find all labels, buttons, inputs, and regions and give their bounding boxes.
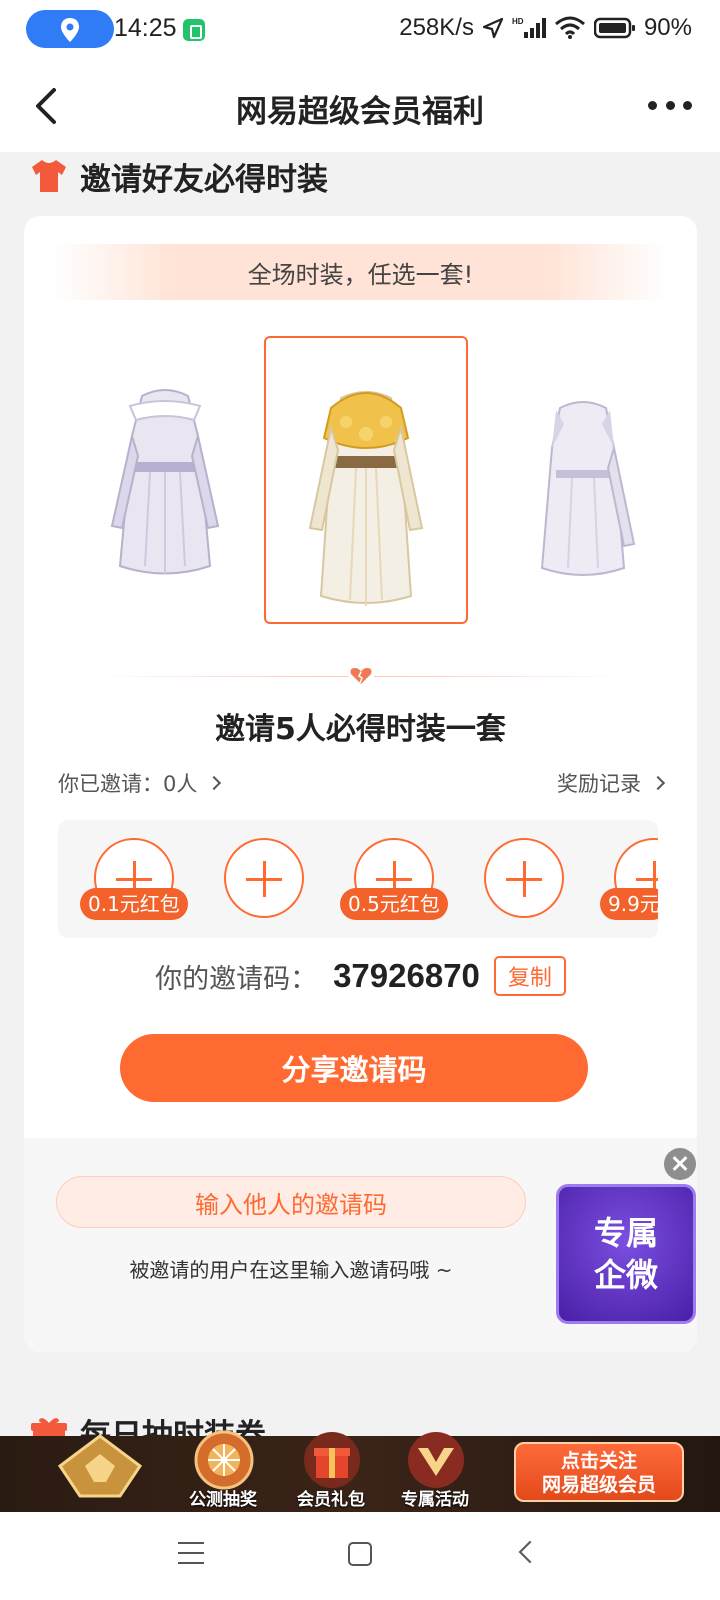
signal-icon: HD <box>512 17 546 38</box>
wecom-float-badge[interactable]: 专属 企微 <box>556 1184 696 1324</box>
invite-goal-title: 邀请5人必得时装一套 <box>215 712 506 747</box>
decorative-divider <box>94 666 627 686</box>
wheel-icon <box>194 1430 254 1490</box>
outfit-image <box>308 391 424 606</box>
enter-code-button[interactable]: 输入他人的邀请码 <box>56 1176 526 1228</box>
invite-code-value: 37926870 <box>333 957 480 994</box>
reward-record-link[interactable]: 奖励记录 <box>557 768 666 798</box>
enter-code-hint: 被邀请的用户在这里输入邀请码哦 ~ <box>129 1258 453 1282</box>
home-icon[interactable] <box>348 1542 372 1566</box>
badge-line-1: 专属 <box>593 1214 658 1252</box>
system-nav-bar <box>0 1512 720 1600</box>
gold-ingot-icon <box>57 1434 143 1498</box>
promo-banner: 全场时装，任选一套! <box>54 244 667 300</box>
app-notification-icon <box>183 19 205 41</box>
outfit-option-right[interactable] <box>508 384 658 604</box>
follow-button[interactable]: 点击关注 网易超级会员 <box>514 1442 684 1502</box>
top-nav-bar: 网易超级会员福利 <box>0 62 720 152</box>
invited-count: 你已邀请：0人 <box>58 772 198 796</box>
battery-percent: 90% <box>643 14 692 41</box>
more-options-icon[interactable] <box>648 90 692 120</box>
promo-item-lottery[interactable]: 公测抽奖 <box>178 1430 268 1512</box>
invite-code-label: 你的邀请码： <box>155 963 318 995</box>
status-time: 14:25 <box>114 14 177 42</box>
chevron-right-icon <box>650 775 666 791</box>
network-speed: 258K/s <box>399 14 474 41</box>
invited-count-link[interactable]: 你已邀请：0人 <box>58 768 222 798</box>
navigation-arrow-icon <box>482 17 504 39</box>
close-icon[interactable] <box>664 1148 696 1180</box>
follow-line-1: 点击关注 <box>560 1450 637 1472</box>
section-header-invite: 邀请好友必得时装 <box>30 154 328 198</box>
promo-item-label: 专属活动 <box>401 1490 469 1510</box>
invite-slot-2-plus-icon[interactable] <box>224 838 304 918</box>
menu-icon[interactable] <box>178 1542 204 1564</box>
slot-reward-tag: 0.1元红包 <box>80 888 188 920</box>
share-code-button[interactable]: 分享邀请码 <box>120 1034 588 1102</box>
wifi-icon <box>554 16 585 39</box>
promo-item-label: 公测抽奖 <box>189 1490 257 1510</box>
page-title: 网易超级会员福利 <box>236 94 484 130</box>
outfit-option-selected[interactable] <box>264 336 468 624</box>
promo-item-label: 会员礼包 <box>297 1490 365 1510</box>
promo-item-exclusive[interactable]: 专属活动 <box>390 1430 480 1512</box>
tshirt-icon <box>32 160 66 192</box>
invite-slot-4-plus-icon[interactable] <box>484 838 564 918</box>
status-indicators: 258K/s HD 90% <box>399 14 692 42</box>
broken-heart-icon <box>348 666 374 686</box>
invite-slots: 0.1元红包 0.5元红包 9.9元 <box>58 820 658 938</box>
back-icon[interactable] <box>518 1540 542 1564</box>
invite-card: 全场时装，任选一套! 邀请5人必得时装一套 你已邀请：0人 奖励记录 0.1元红… <box>24 216 697 1352</box>
reward-record-label: 奖励记录 <box>557 772 641 796</box>
slot-reward-tag: 0.5元红包 <box>340 888 448 920</box>
follow-line-2: 网易超级会员 <box>541 1474 656 1496</box>
location-indicator[interactable] <box>26 10 114 48</box>
outfit-image <box>110 389 220 575</box>
invite-code-row: 你的邀请码： 37926870 复制 <box>24 956 697 996</box>
location-pin-icon <box>61 18 79 42</box>
promo-bottom-bar: 公测抽奖 会员礼包 专属活动 点击关注 网易超级会员 <box>0 1430 720 1512</box>
copy-button[interactable]: 复制 <box>493 956 566 996</box>
vip-v-icon <box>408 1432 464 1488</box>
battery-icon <box>593 17 635 39</box>
outfit-image <box>540 401 636 576</box>
badge-line-2: 企微 <box>593 1256 658 1294</box>
chevron-right-icon <box>207 775 222 791</box>
gift-box-icon <box>304 1432 360 1488</box>
section-title: 邀请好友必得时装 <box>80 161 328 198</box>
outfit-option-left[interactable] <box>90 376 240 596</box>
slot-reward-tag: 9.9元 <box>600 888 658 920</box>
promo-item-gift-pack[interactable]: 会员礼包 <box>286 1430 376 1512</box>
svg-text:HD: HD <box>512 17 524 26</box>
status-bar: 14:25 258K/s HD 90% <box>0 0 720 62</box>
